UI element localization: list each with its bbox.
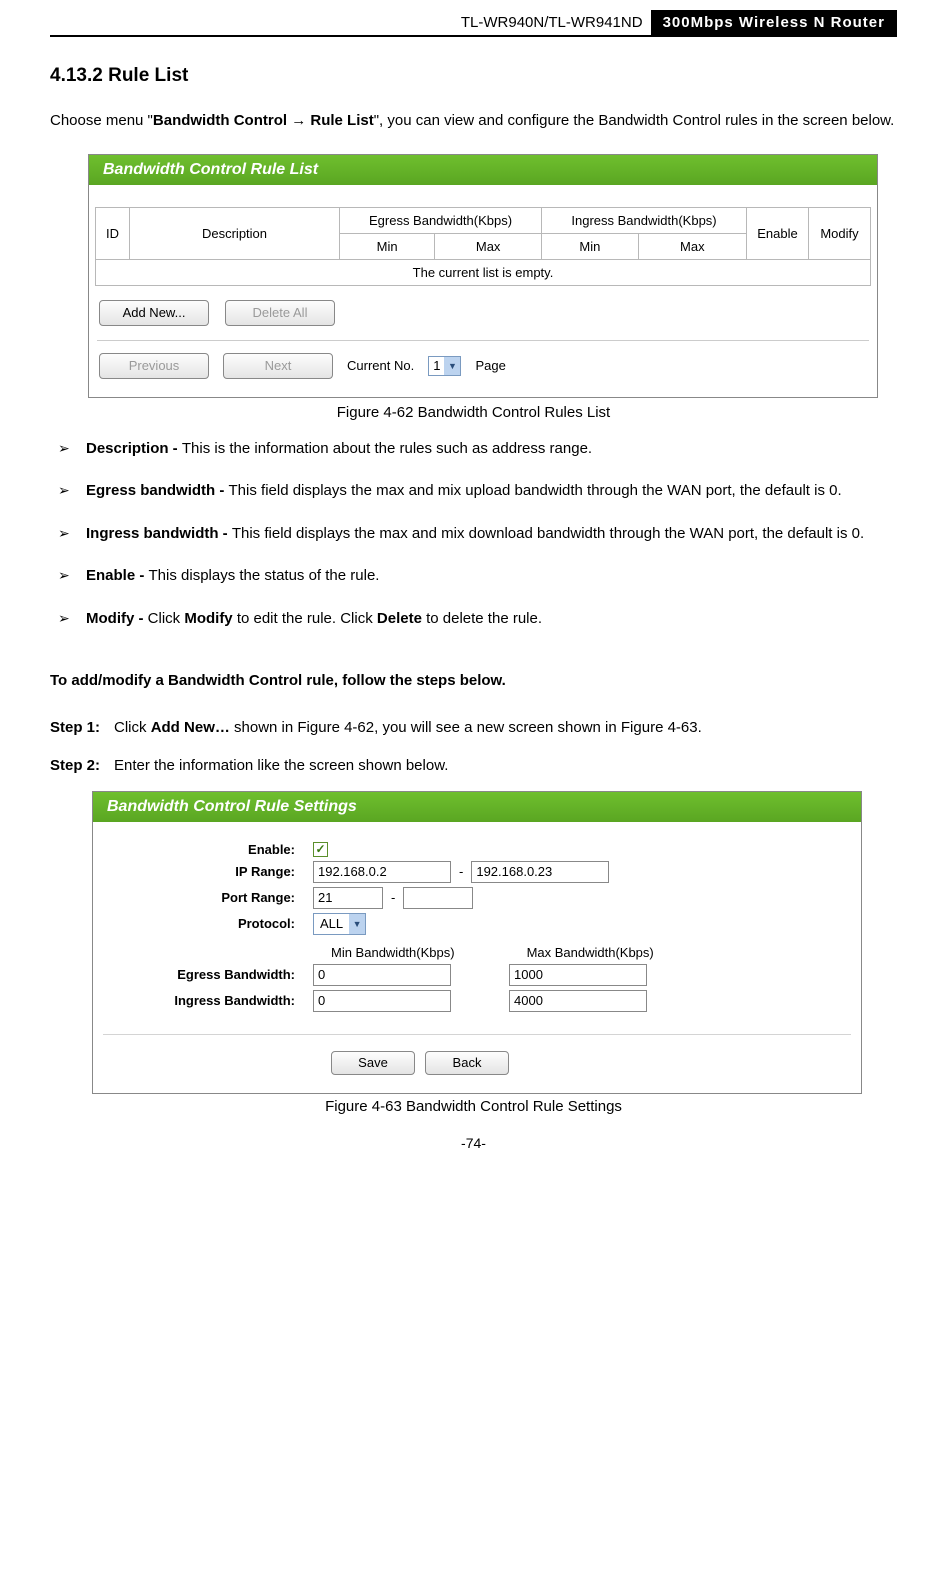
- label-ip-range: IP Range:: [103, 864, 313, 879]
- enable-checkbox[interactable]: ✓: [313, 842, 328, 857]
- product-name: 300Mbps Wireless N Router: [651, 10, 897, 35]
- page-header: TL-WR940N/TL-WR941ND 300Mbps Wireless N …: [50, 10, 897, 37]
- add-new-button[interactable]: Add New...: [99, 300, 209, 326]
- protocol-select[interactable]: ALL ▼: [313, 913, 366, 935]
- intro-paragraph: Choose menu "Bandwidth Control → Rule Li…: [50, 107, 897, 136]
- previous-button[interactable]: Previous: [99, 353, 209, 379]
- rule-list-table: ID Description Egress Bandwidth(Kbps) In…: [95, 207, 871, 286]
- chevron-down-icon: ▼: [444, 357, 460, 375]
- egress-max-input[interactable]: [509, 964, 647, 986]
- col-ingress-group: Ingress Bandwidth(Kbps): [542, 207, 747, 233]
- label-min-bandwidth: Min Bandwidth(Kbps): [331, 945, 455, 960]
- bullet-modify: Modify - Click Modify to edit the rule. …: [50, 605, 897, 634]
- label-max-bandwidth: Max Bandwidth(Kbps): [527, 945, 654, 960]
- col-egress-max: Max: [435, 233, 542, 259]
- col-egress-min: Min: [340, 233, 435, 259]
- label-protocol: Protocol:: [103, 916, 313, 931]
- label-enable: Enable:: [103, 842, 313, 857]
- pager-label-current: Current No.: [347, 358, 414, 373]
- bullet-egress: Egress bandwidth - This field displays t…: [50, 477, 897, 506]
- back-button[interactable]: Back: [425, 1051, 509, 1075]
- empty-list-message: The current list is empty.: [96, 259, 871, 285]
- col-enable: Enable: [747, 207, 809, 259]
- col-ingress-max: Max: [638, 233, 746, 259]
- port-range-end-input[interactable]: [403, 887, 473, 909]
- save-button[interactable]: Save: [331, 1051, 415, 1075]
- col-egress-group: Egress Bandwidth(Kbps): [340, 207, 542, 233]
- col-modify: Modify: [809, 207, 871, 259]
- col-ingress-min: Min: [542, 233, 639, 259]
- field-description-list: Description - This is the information ab…: [50, 435, 897, 634]
- label-egress-bandwidth: Egress Bandwidth:: [103, 967, 313, 982]
- label-port-range: Port Range:: [103, 890, 313, 905]
- figure-4-63-caption: Figure 4-63 Bandwidth Control Rule Setti…: [50, 1098, 897, 1115]
- egress-min-input[interactable]: [313, 964, 451, 986]
- next-button[interactable]: Next: [223, 353, 333, 379]
- step-2: Step 2: Enter the information like the s…: [50, 752, 897, 781]
- section-heading: 4.13.2 Rule List: [50, 65, 897, 87]
- figure-4-62-panel: Bandwidth Control Rule List ID Descripti…: [88, 154, 878, 398]
- delete-all-button[interactable]: Delete All: [225, 300, 335, 326]
- ingress-min-input[interactable]: [313, 990, 451, 1012]
- port-range-start-input[interactable]: [313, 887, 383, 909]
- page-select[interactable]: 1 ▼: [428, 356, 461, 376]
- ip-range-end-input[interactable]: [471, 861, 609, 883]
- ingress-max-input[interactable]: [509, 990, 647, 1012]
- howto-heading: To add/modify a Bandwidth Control rule, …: [50, 667, 897, 696]
- col-description: Description: [130, 207, 340, 259]
- figure-4-63-panel: Bandwidth Control Rule Settings Enable: …: [92, 791, 862, 1094]
- model-number: TL-WR940N/TL-WR941ND: [50, 10, 651, 35]
- label-ingress-bandwidth: Ingress Bandwidth:: [103, 993, 313, 1008]
- step-1: Step 1: Click Add New… shown in Figure 4…: [50, 714, 897, 743]
- rule-list-title-bar: Bandwidth Control Rule List: [89, 155, 877, 185]
- bullet-ingress: Ingress bandwidth - This field displays …: [50, 520, 897, 549]
- bullet-enable: Enable - This displays the status of the…: [50, 562, 897, 591]
- ip-range-start-input[interactable]: [313, 861, 451, 883]
- chevron-down-icon: ▼: [349, 914, 365, 934]
- pager-row: Previous Next Current No. 1 ▼ Page: [95, 341, 871, 391]
- col-id: ID: [96, 207, 130, 259]
- rule-settings-title-bar: Bandwidth Control Rule Settings: [93, 792, 861, 822]
- pager-label-page: Page: [475, 358, 505, 373]
- page-number: -74-: [50, 1135, 897, 1151]
- bullet-description: Description - This is the information ab…: [50, 435, 897, 464]
- figure-4-62-caption: Figure 4-62 Bandwidth Control Rules List: [50, 404, 897, 421]
